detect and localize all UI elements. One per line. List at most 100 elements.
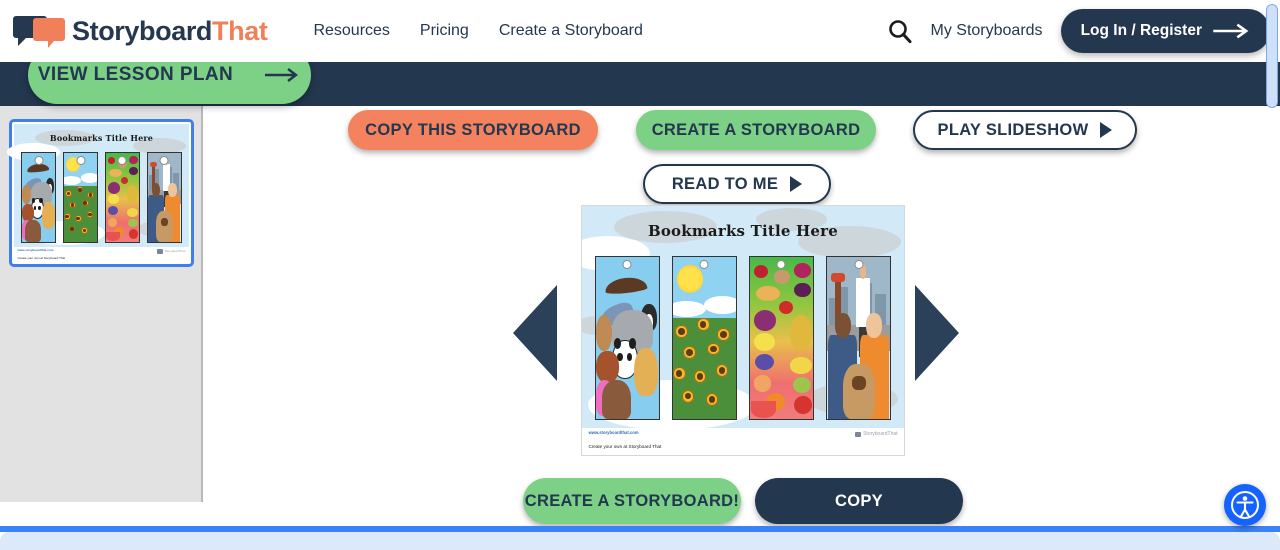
nav-item-create-a-storyboard[interactable]: Create a Storyboard [499,22,643,40]
preview-artwork: Bookmarks Title Here www.storyboardthat.… [582,206,904,455]
superheroes-bookmark [825,255,892,421]
golden-dog-shape [42,202,55,230]
lemon-shape [753,333,776,351]
footer-brand-label: StoryboardThat [164,249,186,254]
accessibility-button[interactable] [1224,484,1266,526]
footer-cta: Create your own at Storyboard That [17,255,66,260]
bird-shape [604,275,648,295]
monkey-shape [25,220,41,242]
storyboard-preview[interactable]: Bookmarks Title Here www.storyboardthat.… [581,205,905,456]
logo-text-accent: That [212,15,268,46]
bookmark-panels [594,255,892,421]
main-nav: Resources Pricing Create a Storyboard [313,22,642,40]
sunflower-shape [74,214,82,222]
logo[interactable]: StoryboardThat [12,12,268,50]
banana-shape [127,207,139,217]
mango-shape [109,168,122,177]
golden-dog-shape [633,347,658,397]
footer-brand: StoryboardThat [156,248,186,254]
apple-shape [794,396,812,415]
watermelon-shape [751,401,777,418]
superheroes-bookmark [146,151,182,243]
hole-punch-icon [622,259,632,269]
storyboard-title: Bookmarks Title Here [49,132,154,143]
cloud-shape [672,300,706,317]
hole-punch-icon [117,155,127,165]
login-register-button[interactable]: Log In / Register [1060,9,1270,53]
animals-bookmark [21,151,57,243]
coconut-shape [773,269,791,285]
my-storyboards-link[interactable]: My Storyboards [931,22,1043,40]
create-a-storyboard-cta-button[interactable]: CREATE A STORYBOARD! [523,478,741,524]
cherry-shape [753,264,768,278]
mango-shape [756,286,781,301]
search-icon[interactable] [887,18,913,44]
footer-cta: Create your own at Storyboard That [588,443,662,449]
hole-punch-icon [159,155,169,165]
logo-text: StoryboardThat [72,15,268,47]
sunflower-shape [705,393,719,406]
next-storyboard-arrow[interactable] [915,285,959,381]
plum-shape [794,282,811,298]
login-register-label: Log In / Register [1080,22,1202,39]
fruits-bookmark [104,151,141,243]
footer-url: www.storyboardthat.com [17,248,54,253]
hero-dog-shape [843,363,875,420]
bottom-bar [0,526,1280,550]
grapes-shape [753,310,777,332]
plum-shape [129,166,138,175]
logo-text-primary: Storyboard [72,15,213,46]
hole-punch-icon [76,155,86,165]
arrow-right-icon [1213,23,1249,39]
hole-punch-icon [854,259,863,269]
site-header: StoryboardThat Resources Pricing Create … [0,0,1280,62]
cloud-shape [704,295,737,314]
sunflower-shape [706,342,720,356]
storyboard-thumbnail[interactable]: Bookmarks Title Here www.storyboardthat.… [7,119,194,267]
sunflowers-bookmark [62,151,99,243]
sunflowers-bookmark [671,255,738,421]
copy-button[interactable]: COPY [755,478,963,524]
footer-brand-label: StoryboardThat [863,431,898,438]
banana-shape [790,357,812,374]
main-content: COPY THIS STORYBOARD CREATE A STORYBOARD… [203,106,1280,524]
page-root: StoryboardThat Resources Pricing Create … [0,0,1280,550]
kiwi-shape [128,218,138,228]
sunflower-shape [681,389,695,403]
sunflower-shape [63,213,71,220]
sunflower-shape [696,318,710,332]
sunflower-shape [672,367,686,380]
kiwi-shape [792,376,811,394]
strawberry-shape [121,176,129,184]
cloud-shape [63,175,82,185]
storyboard-sidebar: Bookmarks Title Here www.storyboardthat.… [0,106,203,502]
fruits-bookmark [748,255,815,421]
accessibility-icon [1231,491,1259,519]
sunflower-shape [715,363,729,377]
animals-bookmark [594,255,661,421]
sun-shape [676,264,704,293]
footer-brand: StoryboardThat [855,431,898,438]
vertical-scrollbar-thumb[interactable] [1266,4,1278,108]
footer-url: www.storyboardthat.com [588,429,639,435]
peach-shape [753,375,772,392]
nav-item-pricing[interactable]: Pricing [420,22,469,40]
deer-shape [595,315,613,351]
bottom-panel[interactable] [0,532,1280,550]
grapes-shape [107,181,120,194]
raspberry-shape [129,156,138,165]
blueberry-shape [754,354,774,371]
arrow-right-icon [265,68,299,82]
nav-item-resources[interactable]: Resources [313,22,389,40]
create-a-storyboard-cta-label: CREATE A STORYBOARD! [524,491,740,510]
previous-storyboard-arrow[interactable] [513,285,557,381]
strawberry-shape [778,300,793,314]
sunflower-shape [682,346,696,359]
sunflower-shape [81,199,89,207]
cloud-shape [80,173,98,183]
lemon-shape [107,194,120,205]
hole-punch-icon [34,155,44,165]
bookmark-panels [21,151,182,243]
sunflower-shape [69,201,76,209]
apple-shape [129,229,139,239]
